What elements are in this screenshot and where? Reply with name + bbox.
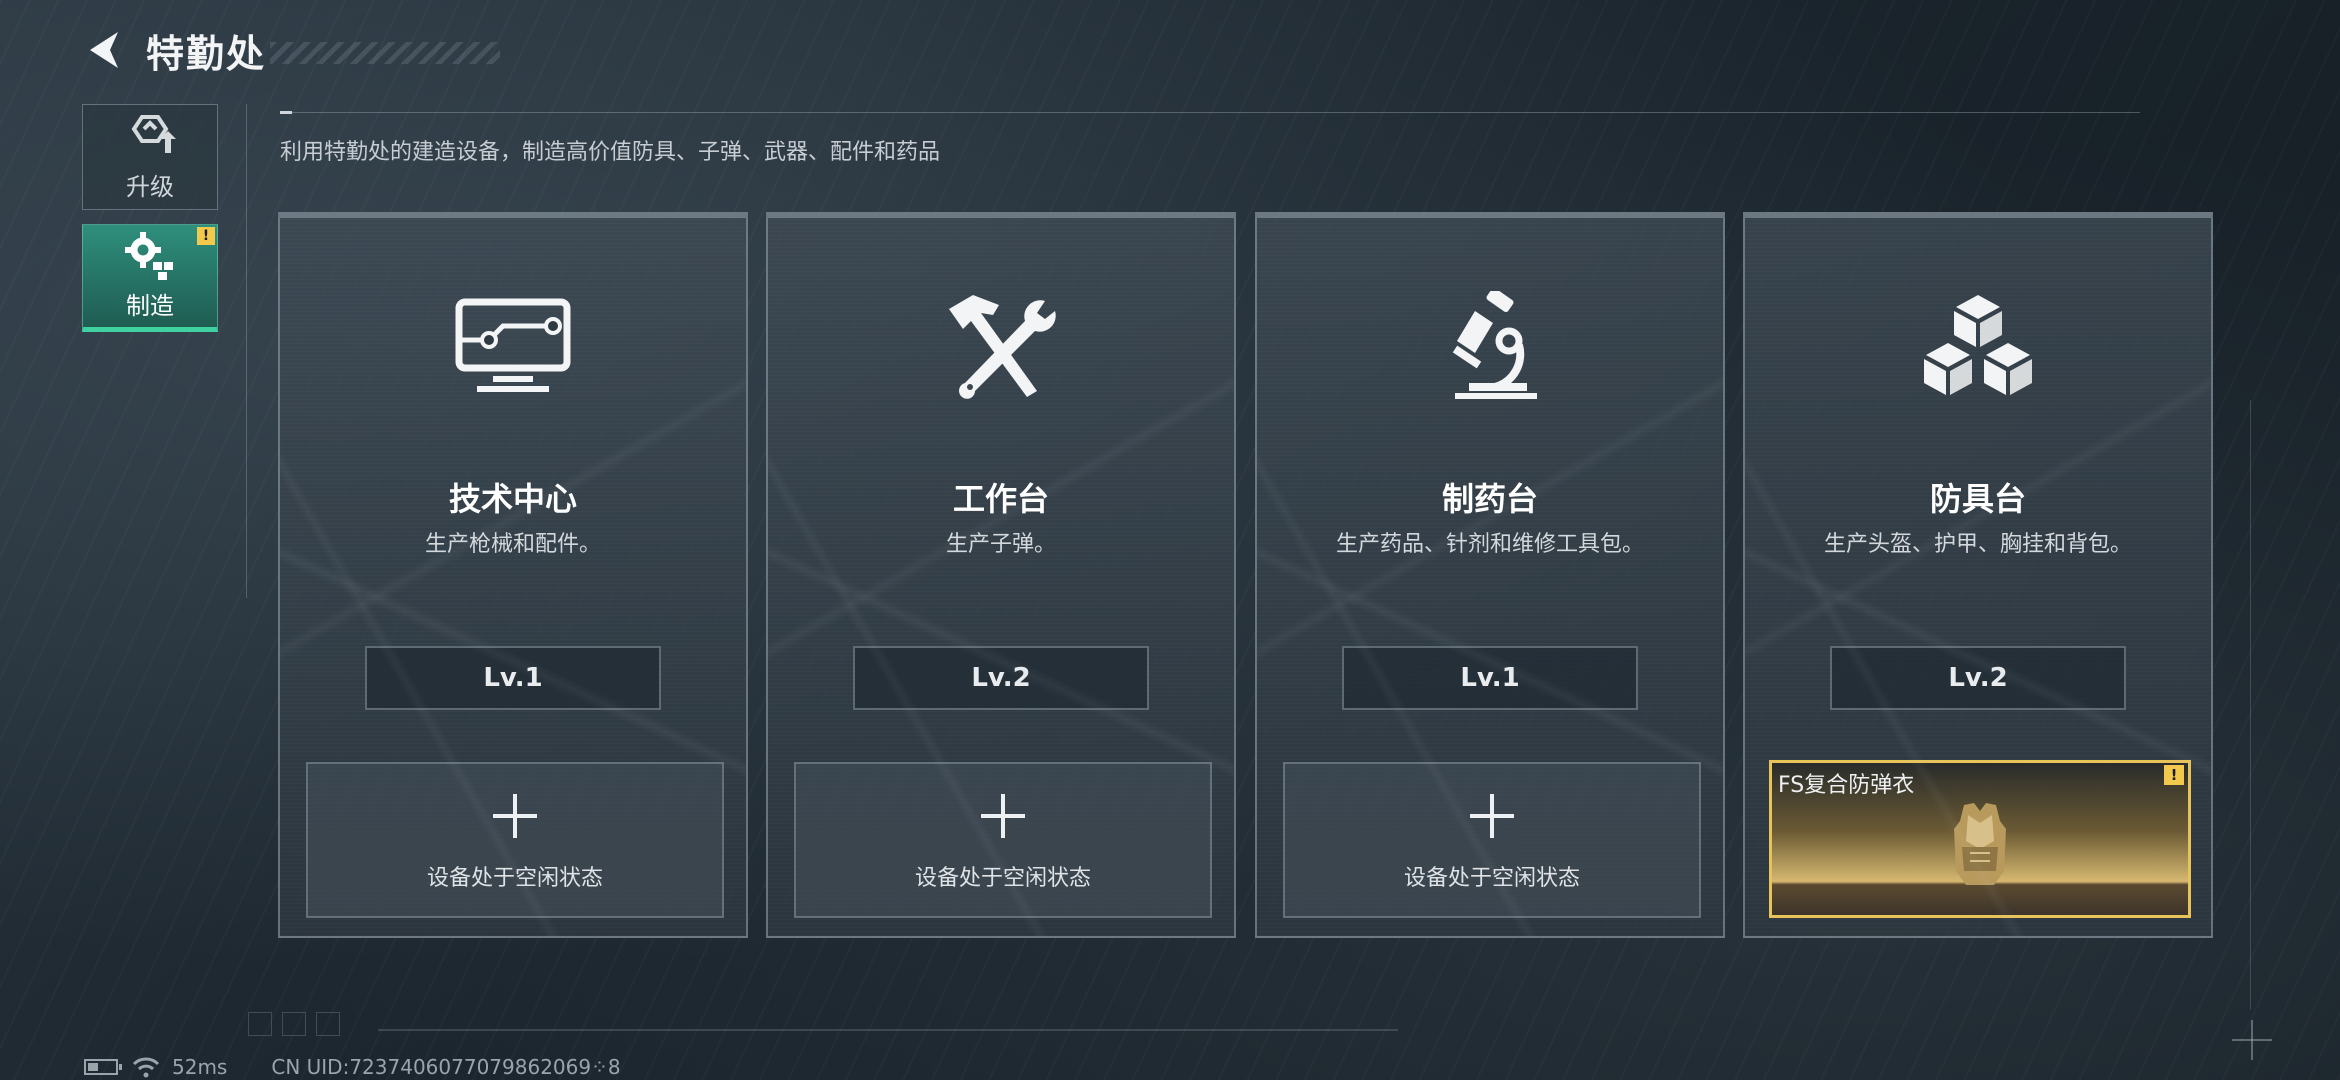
station-card-workbench[interactable]: 工作台 生产子弹。 Lv.2 设备处于空闲状态 bbox=[766, 212, 1236, 938]
tab-upgrade[interactable]: 升级 bbox=[82, 104, 218, 210]
wifi-icon bbox=[132, 1057, 160, 1078]
corner-crosshair-decoration bbox=[2232, 1020, 2272, 1060]
gear-cubes-icon bbox=[125, 231, 173, 280]
station-level[interactable]: Lv.2 bbox=[853, 646, 1149, 710]
production-slot-active[interactable]: FS复合防弹衣 ! bbox=[1769, 760, 2191, 918]
production-slot-idle[interactable]: 设备处于空闲状态 bbox=[1283, 762, 1701, 918]
station-name: 技术中心 bbox=[448, 480, 577, 518]
station-description: 生产头盔、护甲、胸挂和背包。 bbox=[1823, 532, 2132, 557]
special-ops-screen: 特勤处 升级 ! 制造 利用特勤处的建造设备，制造高价值防具、子弹、武器、配件和… bbox=[0, 0, 2340, 1080]
header-divider bbox=[280, 111, 2140, 114]
sidebar-divider bbox=[246, 104, 247, 598]
station-card-tech-center[interactable]: 技术中心 生产枪械和配件。 Lv.1 设备处于空闲状态 bbox=[278, 212, 748, 938]
station-card-armor-bench[interactable]: 防具台 生产头盔、护甲、胸挂和背包。 Lv.2 FS复合防弹衣 ! bbox=[1743, 212, 2213, 938]
tab-upgrade-label: 升级 bbox=[126, 172, 174, 201]
idle-status-text: 设备处于空闲状态 bbox=[914, 866, 1091, 891]
tab-craft[interactable]: ! 制造 bbox=[82, 224, 218, 332]
ping-text: 52ms bbox=[172, 1055, 228, 1079]
product-name: FS复合防弹衣 bbox=[1778, 773, 1915, 798]
upgrade-icon bbox=[131, 114, 176, 153]
station-card-pharmacy[interactable]: 制药台 生产药品、针剂和维修工具包。 Lv.1 设备处于空闲状态 bbox=[1255, 212, 1725, 938]
production-slot-idle[interactable]: 设备处于空闲状态 bbox=[794, 762, 1212, 918]
station-description: 生产药品、针剂和维修工具包。 bbox=[1335, 532, 1644, 557]
station-name: 工作台 bbox=[952, 480, 1049, 518]
idle-status-text: 设备处于空闲状态 bbox=[1403, 866, 1580, 891]
station-name: 防具台 bbox=[1929, 480, 2026, 518]
plus-icon bbox=[981, 794, 1025, 838]
page-title: 特勤处 bbox=[146, 31, 267, 76]
product-alert-badge: ! bbox=[2164, 765, 2184, 785]
header: 特勤处 bbox=[80, 24, 501, 76]
bottom-decoration bbox=[248, 1012, 1398, 1036]
tab-craft-label: 制造 bbox=[126, 291, 174, 320]
station-level[interactable]: Lv.1 bbox=[365, 646, 661, 710]
status-bar: 52ms CN UID:7237406077079862069⁘8 bbox=[84, 1055, 621, 1079]
station-description: 生产枪械和配件。 bbox=[424, 532, 601, 557]
station-name: 制药台 bbox=[1441, 480, 1538, 518]
plus-icon bbox=[493, 794, 537, 838]
microscope-icon bbox=[1425, 286, 1555, 406]
tab-craft-alert-badge: ! bbox=[197, 227, 215, 245]
station-description: 生产子弹。 bbox=[945, 532, 1056, 557]
back-button[interactable] bbox=[80, 24, 128, 76]
user-uid-text: CN UID:7237406077079862069⁘8 bbox=[271, 1055, 621, 1079]
station-level[interactable]: Lv.2 bbox=[1830, 646, 2126, 710]
body-armor-icon bbox=[1954, 803, 2006, 885]
hammer-wrench-icon bbox=[936, 286, 1066, 406]
plus-icon bbox=[1470, 794, 1514, 838]
title-decoration bbox=[270, 42, 501, 64]
computer-icon bbox=[448, 286, 578, 406]
cubes-icon bbox=[1913, 286, 2043, 406]
production-slot-idle[interactable]: 设备处于空闲状态 bbox=[306, 762, 724, 918]
page-subtitle: 利用特勤处的建造设备，制造高价值防具、子弹、武器、配件和药品 bbox=[280, 140, 941, 165]
station-level[interactable]: Lv.1 bbox=[1342, 646, 1638, 710]
right-rail-decoration bbox=[2250, 400, 2251, 1010]
idle-status-text: 设备处于空闲状态 bbox=[426, 866, 603, 891]
battery-icon bbox=[84, 1059, 122, 1075]
back-arrow-icon bbox=[90, 32, 118, 68]
